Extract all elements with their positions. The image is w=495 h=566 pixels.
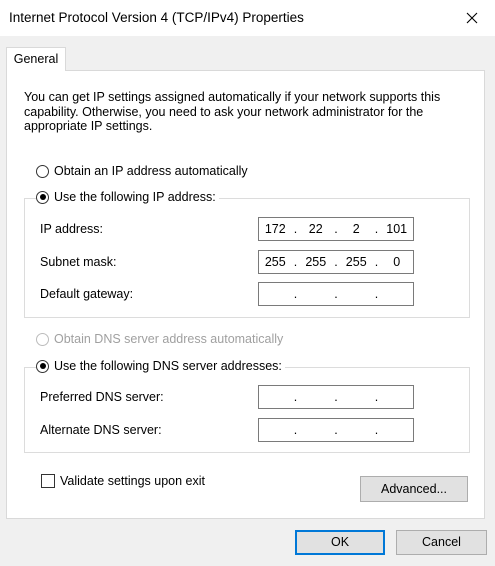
use-following-dns-label: Use the following DNS server addresses: xyxy=(54,359,282,373)
default-gateway-label: Default gateway: xyxy=(40,287,134,301)
octet-4: 0 xyxy=(393,255,401,269)
general-panel: You can get IP settings assigned automat… xyxy=(6,70,485,519)
obtain-ip-auto-label: Obtain an IP address automatically xyxy=(54,164,248,178)
validate-checkbox[interactable] xyxy=(41,474,55,488)
subnet-mask-label: Subnet mask: xyxy=(40,255,117,269)
ok-button[interactable]: OK xyxy=(295,530,385,555)
obtain-dns-auto-label: Obtain DNS server address automatically xyxy=(54,332,284,346)
octet-4: 101 xyxy=(386,222,408,236)
octet-2: 255 xyxy=(305,255,327,269)
octet-3: 2 xyxy=(352,222,360,236)
advanced-button[interactable]: Advanced... xyxy=(360,476,468,502)
window-title: Internet Protocol Version 4 (TCP/IPv4) P… xyxy=(9,10,304,25)
alternate-dns-field[interactable]: . . . xyxy=(258,418,414,442)
ip-address-label: IP address: xyxy=(40,222,104,236)
preferred-dns-label: Preferred DNS server: xyxy=(40,390,164,404)
radio-button-disabled xyxy=(36,332,49,346)
alternate-dns-label: Alternate DNS server: xyxy=(40,423,162,437)
validate-checkbox-row[interactable]: Validate settings upon exit xyxy=(41,474,205,488)
use-following-ip-radio[interactable]: Use the following IP address: xyxy=(36,190,219,204)
validate-label: Validate settings upon exit xyxy=(60,474,206,488)
radio-button[interactable] xyxy=(36,164,49,178)
radio-button-checked[interactable] xyxy=(36,359,49,373)
use-following-ip-label: Use the following IP address: xyxy=(54,190,216,204)
ip-address-field[interactable]: 172. 22. 2. 101 xyxy=(258,217,414,241)
obtain-ip-auto-radio[interactable]: Obtain an IP address automatically xyxy=(36,164,251,178)
obtain-dns-auto-radio: Obtain DNS server address automatically xyxy=(36,332,287,346)
subnet-mask-field[interactable]: 255. 255. 255. 0 xyxy=(258,250,414,274)
tab-general[interactable]: General xyxy=(6,47,66,71)
intro-text: You can get IP settings assigned automat… xyxy=(24,90,441,133)
default-gateway-field[interactable]: . . . xyxy=(258,282,414,306)
close-icon xyxy=(466,12,478,24)
title-bar: Internet Protocol Version 4 (TCP/IPv4) P… xyxy=(0,0,495,36)
close-button[interactable] xyxy=(449,0,495,36)
use-following-dns-radio[interactable]: Use the following DNS server addresses: xyxy=(36,359,285,373)
cancel-button[interactable]: Cancel xyxy=(396,530,487,555)
octet-2: 22 xyxy=(308,222,323,236)
preferred-dns-field[interactable]: . . . xyxy=(258,385,414,409)
radio-button-checked[interactable] xyxy=(36,190,49,204)
octet-3: 255 xyxy=(345,255,367,269)
octet-1: 172 xyxy=(264,222,286,236)
octet-1: 255 xyxy=(264,255,286,269)
